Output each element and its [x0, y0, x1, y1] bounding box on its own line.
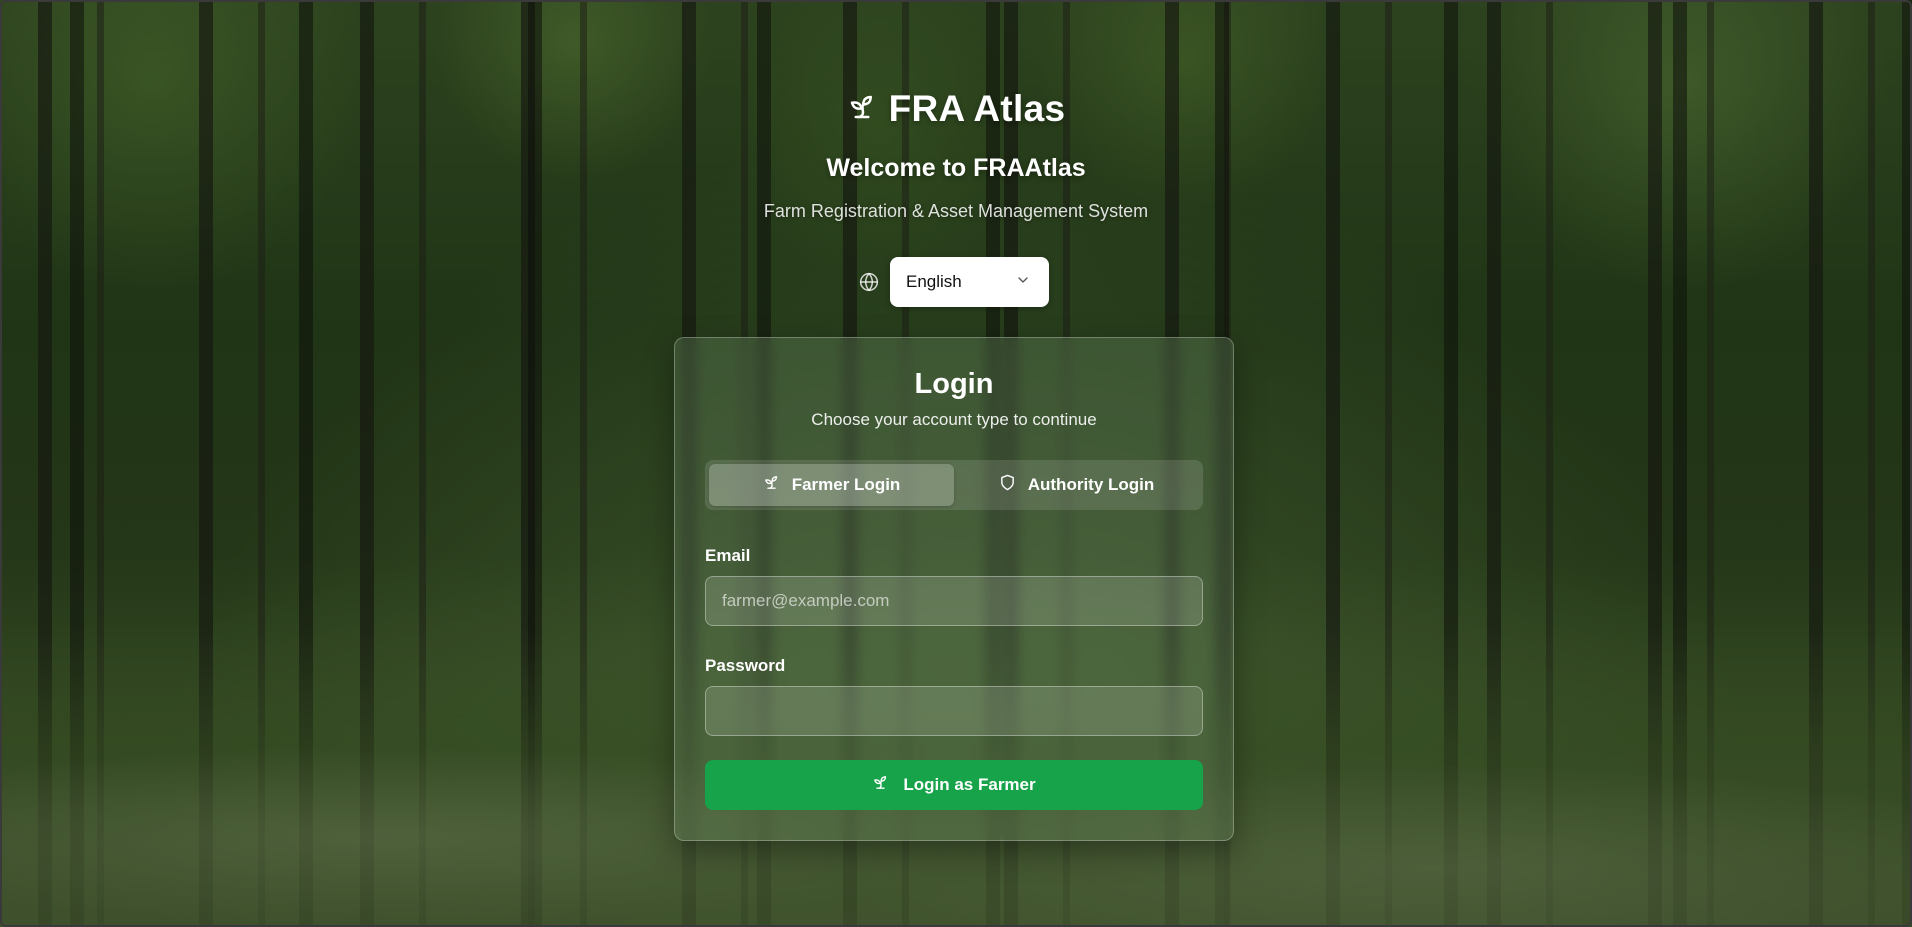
login-title: Login [914, 368, 994, 400]
login-as-farmer-label: Login as Farmer [903, 775, 1036, 794]
sprout-icon [763, 474, 780, 496]
tab-farmer-login-label: Farmer Login [791, 475, 901, 494]
tab-farmer-login[interactable]: Farmer Login [709, 464, 954, 506]
language-selector-row: English [858, 257, 1049, 307]
tab-authority-login[interactable]: Authority Login [954, 464, 1199, 506]
login-page: FRA Atlas Welcome to FRAAtlas Farm Regis… [0, 0, 1912, 927]
login-as-farmer-button[interactable]: Login as Farmer [705, 760, 1203, 810]
login-subtitle: Choose your account type to continue [811, 410, 1097, 429]
sprout-icon [872, 774, 889, 796]
email-label: Email [705, 546, 751, 565]
welcome-heading: Welcome to FRAAtlas [826, 154, 1086, 182]
tab-authority-login-label: Authority Login [1027, 475, 1155, 494]
sprout-icon [847, 92, 877, 127]
email-field[interactable] [705, 576, 1203, 626]
brand-header: FRA Atlas [0, 88, 1912, 130]
shield-icon [999, 474, 1016, 496]
language-selected-value: English [906, 272, 962, 291]
app-title: FRA Atlas [888, 88, 1066, 129]
account-type-tabs: Farmer Login Authority Login [705, 460, 1203, 510]
tagline: Farm Registration & Asset Management Sys… [763, 201, 1149, 221]
forest-background: FRA Atlas Welcome to FRAAtlas Farm Regis… [0, 0, 1912, 927]
password-label: Password [705, 656, 786, 675]
login-card: Login Choose your account type to contin… [674, 337, 1234, 841]
globe-icon [858, 271, 880, 293]
password-field[interactable] [705, 686, 1203, 736]
language-select[interactable]: English [890, 257, 1049, 307]
chevron-down-icon [1015, 272, 1031, 293]
